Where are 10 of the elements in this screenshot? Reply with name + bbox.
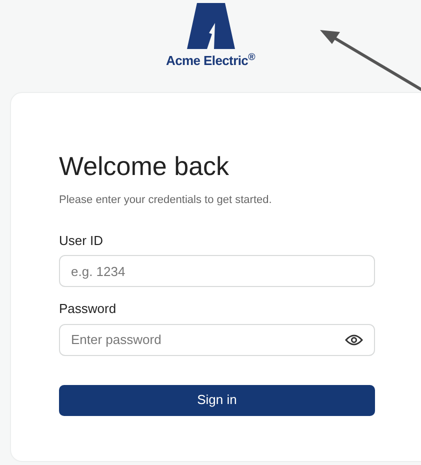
brand-name: Acme Electric$^{®}$ <box>166 51 255 70</box>
field-label: Password <box>59 300 118 318</box>
field-label: User ID <box>59 232 104 250</box>
logo-icon <box>186 3 234 49</box>
subtitle-text: Please enter your credentials to get started. <box>59 193 273 208</box>
password-field[interactable]: Enter password <box>59 324 375 356</box>
eye-icon[interactable] <box>345 334 363 346</box>
user-id-field[interactable]: e.g. 1234 <box>59 255 375 287</box>
welcome-title: Welcome back <box>59 150 230 182</box>
sign-in-button[interactable]: Sign in <box>59 384 375 416</box>
